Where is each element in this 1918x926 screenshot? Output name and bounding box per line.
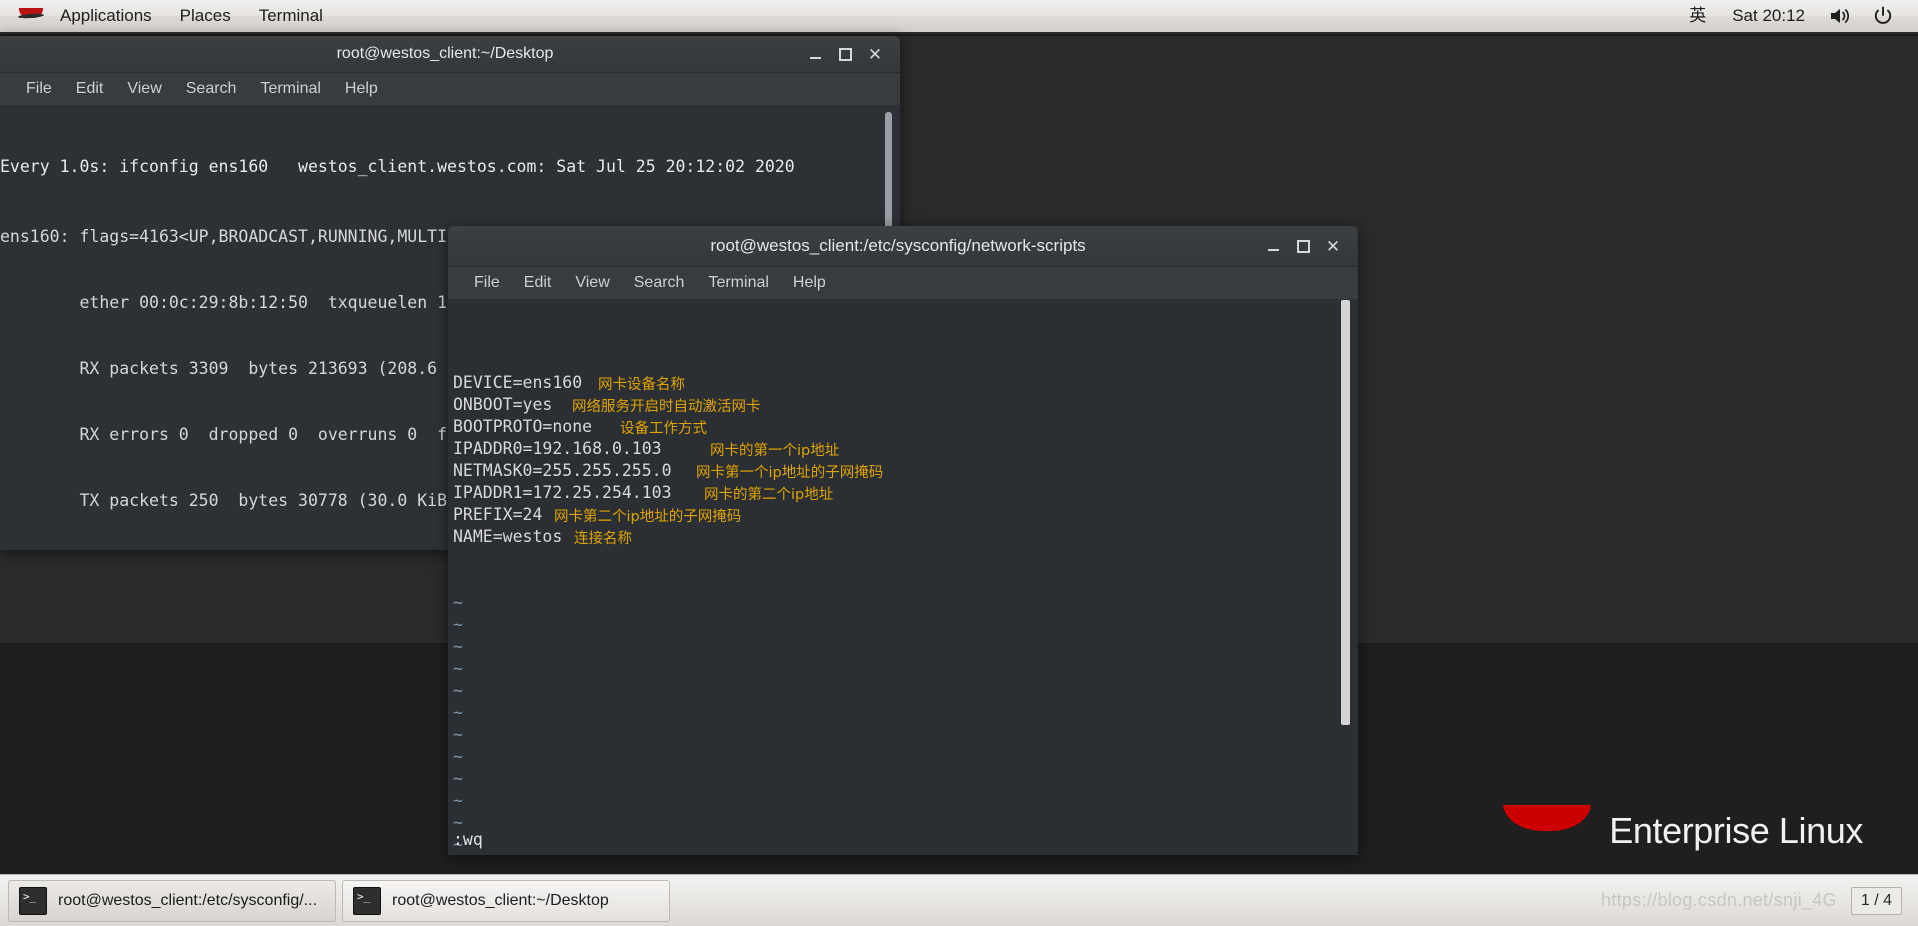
terminal-icon — [19, 886, 47, 915]
panel-menu: Applications Places Terminal — [46, 0, 337, 33]
volume-icon[interactable] — [1818, 0, 1862, 33]
vim-annotation: 设备工作方式 — [620, 421, 707, 437]
menu-terminal[interactable]: Terminal — [248, 73, 332, 105]
titlebar-front[interactable]: root@westos_client:/etc/sysconfig/networ… — [448, 226, 1358, 267]
menubar-back: File Edit View Search Terminal Help — [0, 73, 900, 106]
applications-menu[interactable]: Applications — [46, 0, 166, 33]
terminal-window-network-scripts[interactable]: root@westos_client:/etc/sysconfig/networ… — [448, 226, 1358, 855]
vim-annotation: 网卡第二个ip地址的子网掩码 — [554, 509, 742, 525]
vim-annotation: 网卡的第一个ip地址 — [710, 443, 840, 459]
taskbar-status-area: https://blog.csdn.net/snji_4G 1 / 4 — [1601, 886, 1910, 915]
taskbar-item-network-scripts[interactable]: root@westos_client:/etc/sysconfig/... — [8, 879, 336, 922]
vim-annotation: 网卡设备名称 — [598, 377, 685, 393]
vim-tilde-line: ~ — [453, 835, 463, 854]
vim-config-line: IPADDR1=172.25.254.103 网卡的第二个ip地址 — [448, 482, 1358, 504]
watermark-text: https://blog.csdn.net/snji_4G — [1601, 890, 1837, 910]
taskbar-item-desktop[interactable]: root@westos_client:~/Desktop — [342, 879, 670, 922]
redhat-logo-icon — [1499, 805, 1595, 851]
vim-config-line: NAME=westos 连接名称 — [448, 526, 1358, 548]
vim-config-text: NAME=westos — [453, 527, 563, 546]
menu-terminal[interactable]: Terminal — [696, 267, 780, 299]
taskbar: root@westos_client:/etc/sysconfig/... ro… — [0, 874, 1918, 926]
places-menu[interactable]: Places — [166, 0, 245, 33]
vim-config-line: PREFIX=24 网卡第二个ip地址的子网掩码 — [448, 504, 1358, 526]
menubar-front: File Edit View Search Terminal Help — [448, 267, 1358, 300]
terminal-icon — [353, 886, 381, 915]
taskbar-item-label: root@westos_client:/etc/sysconfig/... — [58, 891, 318, 909]
vim-config-text: IPADDR0=192.168.0.103 — [453, 439, 662, 458]
terminal-menu[interactable]: Terminal — [245, 0, 337, 33]
vim-tilde-line: ~ — [453, 659, 463, 678]
top-panel: Applications Places Terminal 英 Sat 20:12 — [0, 0, 1918, 34]
menu-view[interactable]: View — [563, 267, 621, 299]
panel-status-area: 英 Sat 20:12 — [1676, 0, 1904, 33]
menu-help[interactable]: Help — [333, 73, 390, 105]
menu-edit[interactable]: Edit — [512, 267, 564, 299]
menu-file[interactable]: File — [14, 73, 64, 105]
vim-tilde-line: ~ — [453, 813, 463, 832]
vim-tilde-line: ~ — [453, 769, 463, 788]
window-title-front: root@westos_client:/etc/sysconfig/networ… — [710, 236, 1086, 255]
vim-tilde-line: ~ — [453, 703, 463, 722]
workspace-indicator[interactable]: 1 / 4 — [1850, 886, 1902, 915]
minimize-button[interactable] — [800, 41, 830, 67]
vim-tilde-line: ~ — [453, 615, 463, 634]
minimize-button[interactable] — [1258, 233, 1288, 259]
taskbar-item-label: root@westos_client:~/Desktop — [392, 891, 609, 909]
redhat-menu-icon[interactable] — [18, 7, 44, 25]
menu-view[interactable]: View — [115, 73, 173, 105]
vim-config-line: DEVICE=ens160 网卡设备名称 — [448, 372, 1358, 394]
vim-annotation: 网卡第一个ip地址的子网掩码 — [696, 465, 884, 481]
vim-annotation: 网卡的第二个ip地址 — [704, 487, 834, 503]
vim-editor-area[interactable]: DEVICE=ens160 网卡设备名称 ONBOOT=yes 网络服务开启时自动激活… — [448, 300, 1358, 855]
vim-empty-lines: ~~~~~~~~~~~~~~~~~~ — [448, 592, 1358, 855]
vim-tilde-line: ~ — [453, 747, 463, 766]
vim-buffer-lines: DEVICE=ens160 网卡设备名称 ONBOOT=yes 网络服务开启时自动激活… — [448, 372, 1358, 548]
vim-config-text: BOOTPROTO=none — [453, 417, 593, 436]
menu-help[interactable]: Help — [781, 267, 838, 299]
vim-tilde-line: ~ — [453, 725, 463, 744]
vim-config-line: BOOTPROTO=none 设备工作方式 — [448, 416, 1358, 438]
close-button[interactable]: ✕ — [860, 41, 890, 67]
vim-config-text: ONBOOT=yes — [453, 395, 553, 414]
close-button[interactable]: ✕ — [1318, 233, 1348, 259]
window-buttons-back: ✕ — [800, 41, 900, 67]
power-icon[interactable] — [1862, 0, 1904, 33]
vim-config-line: NETMASK0=255.255.255.0 网卡第一个ip地址的子网掩码 — [448, 460, 1358, 482]
vim-command-line: :wq — [453, 830, 483, 849]
desktop-brand: Enterprise Linux — [1499, 805, 1863, 851]
menu-search[interactable]: Search — [622, 267, 697, 299]
window-buttons-front: ✕ — [1258, 233, 1358, 259]
brand-text: Enterprise Linux — [1609, 810, 1863, 851]
watch-header-line: Every 1.0s: ifconfig ens160 westos_clien… — [0, 157, 795, 176]
menu-search[interactable]: Search — [174, 73, 249, 105]
clock[interactable]: Sat 20:12 — [1719, 0, 1818, 33]
menu-file[interactable]: File — [462, 267, 512, 299]
maximize-button[interactable] — [830, 41, 860, 67]
titlebar-back[interactable]: root@westos_client:~/Desktop ✕ — [0, 36, 900, 73]
vim-config-text: NETMASK0=255.255.255.0 — [453, 461, 672, 480]
vim-annotation: 网络服务开启时自动激活网卡 — [572, 399, 761, 415]
vim-tilde-line: ~ — [453, 593, 463, 612]
vim-config-text: PREFIX=24 — [453, 505, 543, 524]
window-title-back: root@westos_client:~/Desktop — [336, 45, 554, 62]
vim-config-text: DEVICE=ens160 — [453, 373, 583, 392]
input-method-indicator[interactable]: 英 — [1676, 0, 1719, 33]
vim-tilde-line: ~ — [453, 681, 463, 700]
vim-tilde-line: ~ — [453, 637, 463, 656]
vim-config-line: ONBOOT=yes 网络服务开启时自动激活网卡 — [448, 394, 1358, 416]
menu-edit[interactable]: Edit — [64, 73, 116, 105]
vim-config-text: IPADDR1=172.25.254.103 — [453, 483, 672, 502]
vim-config-line: IPADDR0=192.168.0.103 网卡的第一个ip地址 — [448, 438, 1358, 460]
vim-annotation: 连接名称 — [574, 531, 632, 547]
maximize-button[interactable] — [1288, 233, 1318, 259]
vim-tilde-line: ~ — [453, 791, 463, 810]
